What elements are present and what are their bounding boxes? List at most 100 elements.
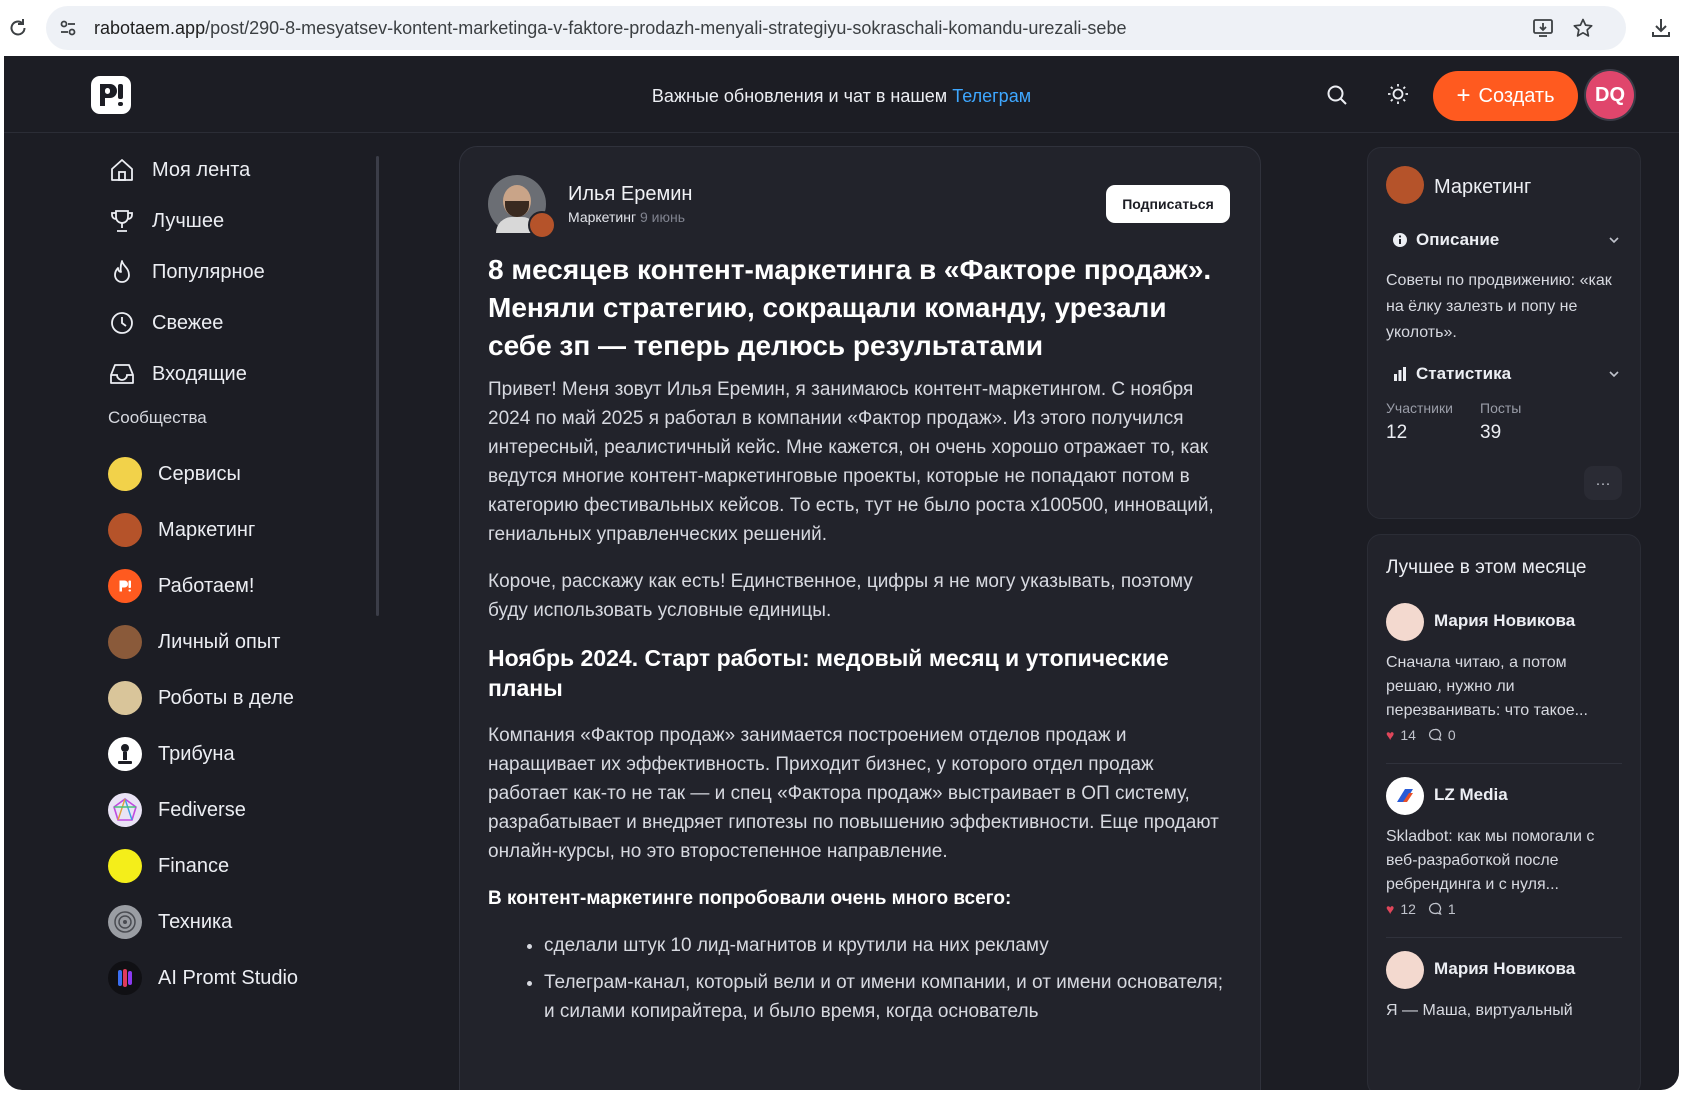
url-path: /post/290-8-mesyatsev-kontent-marketinga…	[205, 18, 1127, 38]
nav-item-fresh[interactable]: Свежее	[108, 303, 223, 343]
avatar-beard	[505, 201, 529, 217]
post-paragraph: Привет! Меня зовут Илья Еремин, я занима…	[488, 379, 1214, 545]
members-stat: Участники 12	[1386, 400, 1453, 444]
nav-label: Популярное	[152, 260, 265, 283]
nav-item-best[interactable]: Лучшее	[108, 201, 224, 241]
community-item-ai-promt-studio[interactable]: AI Promt Studio	[108, 958, 298, 998]
best-post-author[interactable]: Мария Новикова	[1434, 611, 1575, 631]
community-item-fediverse[interactable]: Fediverse	[108, 790, 246, 830]
community-info-card: Маркетинг Описание Советы по продвижению…	[1367, 147, 1641, 519]
best-post-author[interactable]: LZ Media	[1434, 785, 1508, 805]
post-list-item: Телеграм-канал, который вели и от имени …	[544, 968, 1228, 1026]
announcement-bar: Важные обновления и чат в нашем Телеграм	[4, 86, 1679, 107]
post-author-name[interactable]: Илья Еремин	[568, 183, 692, 206]
install-app-icon[interactable]	[1532, 17, 1554, 39]
author-avatar[interactable]	[1386, 777, 1424, 815]
post-community-link[interactable]: Маркетинг	[568, 209, 636, 225]
community-label: Трибуна	[158, 742, 235, 765]
site-settings-icon[interactable]	[58, 18, 78, 38]
community-label: Личный опыт	[158, 630, 281, 653]
more-options-button[interactable]: ···	[1584, 466, 1622, 500]
community-item-marketing[interactable]: Маркетинг	[108, 510, 255, 550]
community-avatar[interactable]	[1386, 166, 1424, 204]
members-label: Участники	[1386, 400, 1453, 416]
comment-icon[interactable]	[1428, 728, 1442, 742]
community-item-robots[interactable]: Роботы в деле	[108, 678, 294, 718]
sidebar-scrollbar[interactable]	[376, 156, 379, 616]
post-title: 8 месяцев контент-маркетинга в «Факторе …	[488, 254, 1212, 361]
bar-chart-icon	[1394, 367, 1406, 381]
heart-icon[interactable]: ♥	[1386, 727, 1394, 743]
description-label: Описание	[1416, 230, 1500, 249]
community-item-personal-experience[interactable]: Личный опыт	[108, 622, 280, 662]
posts-stat: Посты 39	[1480, 400, 1521, 444]
community-avatar	[108, 961, 142, 995]
home-icon	[111, 159, 133, 181]
reload-icon[interactable]	[6, 16, 30, 40]
microphone-icon	[118, 744, 132, 764]
subscribe-button[interactable]: Подписаться	[1106, 185, 1230, 223]
bookmark-star-icon[interactable]	[1572, 17, 1594, 39]
heart-icon[interactable]: ♥	[1386, 901, 1394, 917]
best-of-month-title: Лучшее в этом месяце	[1386, 557, 1587, 578]
create-button[interactable]: + Создать	[1433, 71, 1578, 121]
theme-toggle-icon[interactable]	[1386, 82, 1410, 106]
community-item-finance[interactable]: Finance	[108, 846, 229, 886]
community-item-tribuna[interactable]: Трибуна	[108, 734, 235, 774]
telegram-link[interactable]: Телеграм	[952, 86, 1031, 106]
best-of-month-card: Лучшее в этом месяце Мария Новикова Снач…	[1367, 534, 1641, 1090]
community-label: Сервисы	[158, 462, 241, 485]
community-avatar	[108, 457, 142, 491]
community-label: Finance	[158, 854, 230, 877]
best-post-author[interactable]: Мария Новикова	[1434, 959, 1575, 979]
likes-count: 12	[1400, 901, 1416, 917]
community-item-rabotaem[interactable]: Работаем!	[108, 566, 254, 606]
nav-item-my-feed[interactable]: Моя лента	[108, 150, 250, 190]
divider	[1386, 763, 1622, 764]
comments-count: 1	[1447, 901, 1456, 917]
downloads-icon[interactable]	[1649, 16, 1673, 40]
nav-label: Лучшее	[152, 209, 225, 232]
community-label: Fediverse	[158, 798, 246, 821]
author-avatar[interactable]	[1386, 603, 1424, 641]
posts-count: 39	[1480, 422, 1502, 443]
left-sidebar: Моя лента Лучшее Популярное Свежее Входя…	[4, 132, 384, 1090]
search-icon[interactable]	[1326, 84, 1348, 106]
chevron-down-icon	[1609, 237, 1619, 244]
url-text[interactable]: rabotaem.app/post/290-8-mesyatsev-konten…	[94, 18, 1126, 39]
best-post-stats: ♥ 14 0	[1386, 727, 1456, 743]
community-label: AI Promt Studio	[158, 966, 299, 989]
best-post-excerpt[interactable]: Я — Маша, виртуальный	[1386, 999, 1622, 1023]
nav-item-inbox[interactable]: Входящие	[108, 354, 247, 394]
fediverse-icon	[113, 798, 137, 821]
address-bar[interactable]: rabotaem.app/post/290-8-mesyatsev-konten…	[46, 6, 1626, 50]
comment-icon[interactable]	[1428, 902, 1442, 916]
post-list-item: сделали штук 10 лид-магнитов и крутили н…	[544, 931, 1228, 960]
chevron-down-icon	[1609, 371, 1619, 378]
description-toggle[interactable]: Описание	[1392, 228, 1624, 252]
author-avatar[interactable]	[1386, 951, 1424, 989]
browser-toolbar: rabotaem.app/post/290-8-mesyatsev-konten…	[0, 0, 1683, 56]
author-avatar[interactable]	[488, 175, 556, 239]
comments-count: 0	[1447, 727, 1456, 743]
post-card: Илья Еремин Маркетинг 9 июнь Подписаться…	[459, 146, 1261, 1090]
nav-label: Моя лента	[152, 158, 251, 181]
community-label: Роботы в деле	[158, 686, 294, 709]
community-name[interactable]: Маркетинг	[1434, 176, 1531, 199]
members-count: 12	[1386, 422, 1408, 443]
nav-item-popular[interactable]: Популярное	[108, 252, 265, 292]
user-avatar[interactable]: DQ	[1586, 71, 1634, 119]
post-date: 9 июнь	[639, 209, 685, 225]
inbox-icon	[110, 364, 134, 384]
app-window: Важные обновления и чат в нашем Телеграм…	[4, 56, 1679, 1090]
post-section-heading: Ноябрь 2024. Старт работы: медовый месяц…	[488, 645, 1169, 701]
community-avatar	[108, 737, 142, 771]
ai-studio-icon	[118, 969, 132, 987]
best-post-excerpt[interactable]: Сначала читаю, а потом решаю, нужно ли п…	[1386, 651, 1622, 723]
create-button-label: Создать	[1478, 84, 1555, 107]
community-item-services[interactable]: Сервисы	[108, 454, 241, 494]
community-item-technika[interactable]: Техника	[108, 902, 232, 942]
community-avatar	[108, 569, 142, 603]
statistics-toggle[interactable]: Статистика	[1392, 362, 1624, 386]
best-post-excerpt[interactable]: Skladbot: как мы помогали с веб-разработ…	[1386, 825, 1622, 897]
